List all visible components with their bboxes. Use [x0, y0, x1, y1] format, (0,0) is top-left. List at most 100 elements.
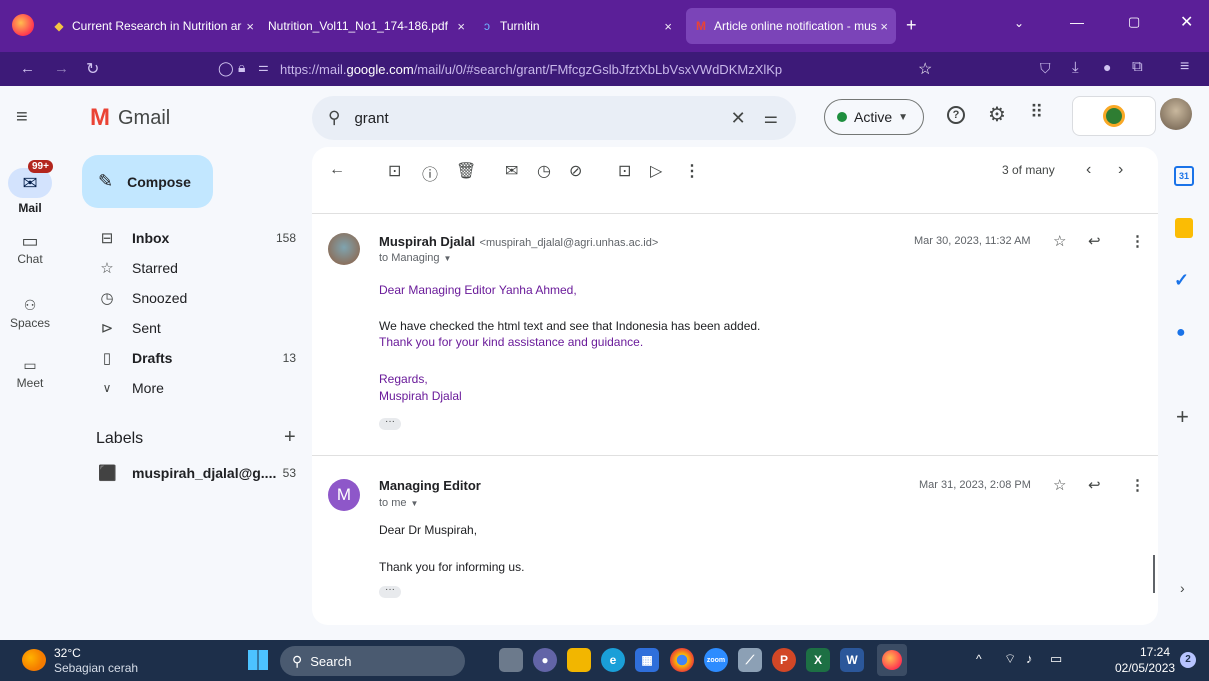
- rail-mail[interactable]: ✉ 99+ Mail: [0, 160, 60, 215]
- volume-icon[interactable]: ♪: [1026, 651, 1033, 666]
- rail-spaces[interactable]: ⚇ Spaces: [0, 294, 60, 330]
- status-dropdown[interactable]: Active ▼: [824, 99, 924, 135]
- star-icon[interactable]: ☆: [1053, 476, 1066, 494]
- lock-icon[interactable]: 🔒︎: [238, 59, 245, 76]
- search-bar[interactable]: ⚲ grant ✕ ⚌: [312, 96, 796, 140]
- help-icon[interactable]: ?: [947, 106, 965, 124]
- back-arrow-icon[interactable]: ←: [20, 60, 35, 77]
- archive-icon[interactable]: ⊡: [388, 161, 401, 181]
- battery-icon[interactable]: ▭: [1050, 651, 1062, 667]
- windows-start-icon[interactable]: [248, 650, 268, 670]
- excel-icon[interactable]: X: [806, 648, 830, 672]
- close-window-button[interactable]: ✕: [1180, 12, 1193, 32]
- extension-icon[interactable]: ●: [1103, 59, 1111, 75]
- search-options-icon[interactable]: ⚌: [764, 108, 778, 128]
- sender-avatar[interactable]: M: [328, 479, 360, 511]
- show-trimmed-content-button[interactable]: ···: [379, 417, 401, 430]
- account-avatar[interactable]: [1160, 98, 1192, 130]
- show-side-panel-icon[interactable]: ›: [1180, 580, 1185, 596]
- report-spam-icon[interactable]: ⓘ: [422, 161, 438, 185]
- downloads-icon[interactable]: ⤓: [1072, 59, 1079, 76]
- weather-widget[interactable]: 32°C Sebagian cerah: [22, 646, 162, 676]
- apps-grid-icon[interactable]: ⠿: [1030, 102, 1043, 123]
- delete-icon[interactable]: 🗑︎: [456, 161, 476, 181]
- microsoft-store-icon[interactable]: ▦: [635, 648, 659, 672]
- tab-turnitin[interactable]: ↄ Turnitin ×: [480, 8, 680, 44]
- main-menu-icon[interactable]: ≡: [16, 106, 28, 129]
- rail-chat[interactable]: ▭ Chat: [0, 230, 60, 266]
- sender-avatar[interactable]: [328, 233, 360, 265]
- move-to-icon[interactable]: ⊡: [618, 161, 631, 181]
- reply-icon[interactable]: ↩: [1088, 232, 1101, 250]
- recipients-dropdown[interactable]: to me ▼: [379, 497, 418, 509]
- settings-gear-icon[interactable]: ⚙: [988, 102, 1006, 127]
- tab-gmail-active[interactable]: M Article online notification - mus ×: [686, 8, 896, 44]
- contacts-icon[interactable]: ●: [1176, 324, 1186, 342]
- chrome-icon[interactable]: [670, 648, 694, 672]
- reload-icon[interactable]: ↻: [86, 59, 99, 79]
- close-tab-icon[interactable]: ×: [457, 19, 465, 34]
- nav-more[interactable]: ∨ More: [82, 373, 312, 403]
- list-tabs-icon[interactable]: ⌄: [1014, 16, 1024, 30]
- nav-snoozed[interactable]: ◷ Snoozed: [82, 283, 312, 313]
- app-icon[interactable]: ⟋: [738, 648, 762, 672]
- wifi-icon[interactable]: ⌔: [1004, 651, 1016, 667]
- taskbar-search-box[interactable]: ⚲ Search: [280, 646, 465, 676]
- firefox-menu-icon[interactable]: [12, 14, 34, 36]
- bookmark-star-icon[interactable]: ☆: [918, 59, 932, 79]
- word-icon[interactable]: W: [840, 648, 864, 672]
- older-chevron-icon[interactable]: ›: [1118, 161, 1123, 179]
- clock-date[interactable]: 02/05/2023: [1115, 661, 1175, 675]
- newer-chevron-icon[interactable]: ‹: [1086, 161, 1091, 179]
- task-view-icon[interactable]: [499, 648, 523, 672]
- app-menu-icon[interactable]: ≡: [1180, 58, 1189, 76]
- close-tab-icon[interactable]: ×: [246, 19, 254, 34]
- nav-sent[interactable]: ⊳ Sent: [82, 313, 312, 343]
- edge-icon[interactable]: e: [601, 648, 625, 672]
- firefox-icon[interactable]: [877, 644, 907, 676]
- label-icon[interactable]: ▷: [650, 161, 662, 181]
- message-more-icon[interactable]: ⋮: [1130, 232, 1145, 250]
- message-more-icon[interactable]: ⋮: [1130, 476, 1145, 494]
- label-item[interactable]: ⬛ muspirah_djalal@g.... 53: [82, 458, 312, 488]
- close-tab-icon[interactable]: ×: [880, 19, 888, 34]
- message-item[interactable]: M Managing Editor to me ▼ Mar 31, 2023, …: [312, 455, 1158, 625]
- keep-icon[interactable]: [1175, 218, 1193, 238]
- clear-search-icon[interactable]: ✕: [731, 108, 746, 129]
- permissions-icon[interactable]: ⚌: [258, 60, 269, 74]
- minimize-button[interactable]: —: [1070, 14, 1084, 30]
- snooze-icon[interactable]: ◷: [537, 161, 551, 181]
- calendar-icon[interactable]: 31: [1174, 166, 1194, 186]
- recipients-dropdown[interactable]: to Managing ▼: [379, 252, 451, 264]
- more-options-icon[interactable]: ⋮: [684, 161, 700, 181]
- reply-icon[interactable]: ↩: [1088, 476, 1101, 494]
- scrollbar-thumb[interactable]: [1153, 555, 1155, 593]
- pocket-icon[interactable]: ⛉: [1040, 60, 1051, 77]
- extensions-puzzle-icon[interactable]: ⧉: [1132, 58, 1143, 75]
- compose-button[interactable]: ✎ Compose: [82, 155, 213, 208]
- shield-icon[interactable]: ◯: [218, 60, 234, 77]
- maximize-button[interactable]: ▢: [1128, 14, 1140, 30]
- show-trimmed-content-button[interactable]: ···: [379, 585, 401, 598]
- file-explorer-icon[interactable]: [567, 648, 591, 672]
- mark-unread-icon[interactable]: ✉: [505, 161, 518, 181]
- show-hidden-icons-icon[interactable]: ^: [976, 652, 982, 666]
- add-to-tasks-icon[interactable]: ⊘: [569, 161, 582, 181]
- forward-arrow-icon[interactable]: →: [54, 60, 69, 77]
- clock-time[interactable]: 17:24: [1140, 645, 1170, 659]
- nav-drafts[interactable]: ▯ Drafts 13: [82, 343, 312, 373]
- nav-starred[interactable]: ☆ Starred: [82, 253, 312, 283]
- search-input[interactable]: grant: [354, 110, 388, 127]
- tab-pdf[interactable]: Nutrition_Vol11_No1_174-186.pdf ×: [268, 8, 473, 44]
- rail-meet[interactable]: ▭ Meet: [0, 354, 60, 390]
- close-tab-icon[interactable]: ×: [664, 19, 672, 34]
- gmail-logo[interactable]: M Gmail: [90, 104, 170, 132]
- star-icon[interactable]: ☆: [1053, 232, 1066, 250]
- organization-logo[interactable]: [1072, 96, 1156, 136]
- notification-badge[interactable]: 2: [1180, 652, 1196, 668]
- teams-chat-icon[interactable]: ●: [533, 648, 557, 672]
- get-addons-icon[interactable]: +: [1176, 404, 1189, 430]
- new-tab-button[interactable]: +: [906, 15, 917, 36]
- powerpoint-icon[interactable]: P: [772, 648, 796, 672]
- zoom-icon[interactable]: zoom: [704, 648, 728, 672]
